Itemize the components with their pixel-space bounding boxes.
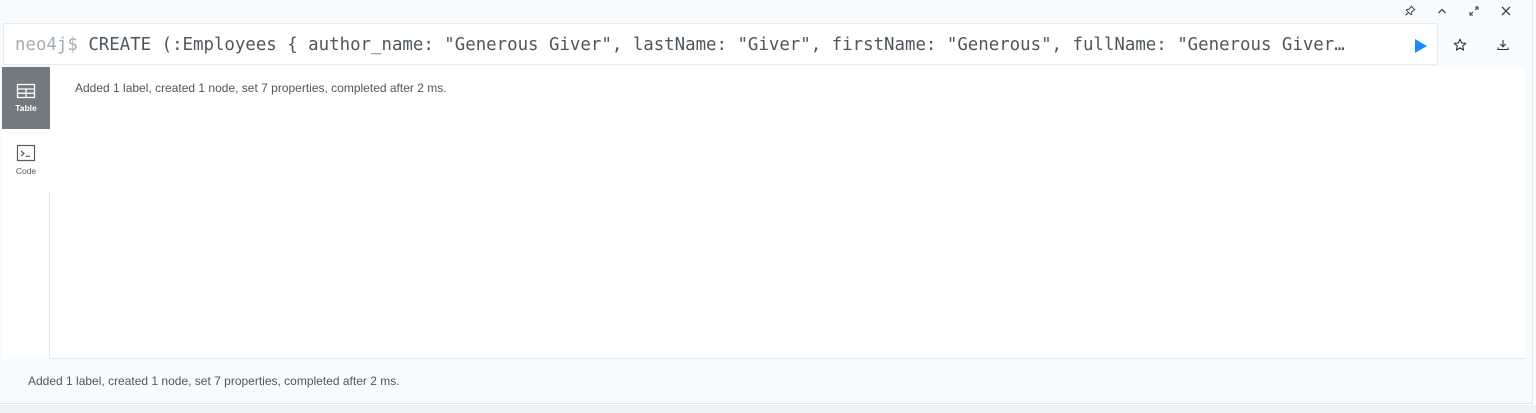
result-panel: Table Code Added 1 label, created 1 node… bbox=[2, 67, 1525, 359]
run-button[interactable] bbox=[1409, 36, 1433, 56]
expand-icon[interactable] bbox=[1458, 2, 1490, 20]
table-icon bbox=[16, 83, 36, 99]
frame-bottom-strip bbox=[0, 405, 1536, 413]
query-text[interactable]: CREATE (:Employees { author_name: "Gener… bbox=[88, 35, 1344, 55]
star-icon bbox=[1453, 38, 1467, 51]
pin-icon[interactable] bbox=[1394, 2, 1426, 20]
tab-code-label: Code bbox=[15, 166, 37, 176]
view-tabs: Table Code bbox=[2, 67, 50, 359]
status-bar: Added 1 label, created 1 node, set 7 pro… bbox=[2, 360, 1525, 403]
result-frame: neo4j$ CREATE (:Employees { author_name:… bbox=[0, 0, 1533, 404]
tab-code[interactable]: Code bbox=[2, 129, 50, 191]
favorite-button[interactable] bbox=[1448, 34, 1472, 56]
close-icon[interactable] bbox=[1490, 2, 1522, 20]
query-line[interactable]: neo4j$ CREATE (:Employees { author_name:… bbox=[15, 34, 1395, 56]
play-icon bbox=[1415, 39, 1427, 53]
query-editor[interactable]: neo4j$ CREATE (:Employees { author_name:… bbox=[3, 23, 1438, 65]
editor-prompt: neo4j$ bbox=[15, 35, 78, 55]
download-icon bbox=[1497, 40, 1509, 51]
terminal-icon bbox=[16, 144, 36, 162]
frame-controls bbox=[1394, 2, 1522, 20]
tab-table[interactable]: Table bbox=[2, 67, 50, 129]
chevron-up-icon[interactable] bbox=[1426, 2, 1458, 20]
result-message: Added 1 label, created 1 node, set 7 pro… bbox=[75, 81, 447, 95]
download-button[interactable] bbox=[1491, 34, 1515, 56]
tab-table-label: Table bbox=[15, 103, 37, 113]
status-message: Added 1 label, created 1 node, set 7 pro… bbox=[28, 374, 400, 388]
